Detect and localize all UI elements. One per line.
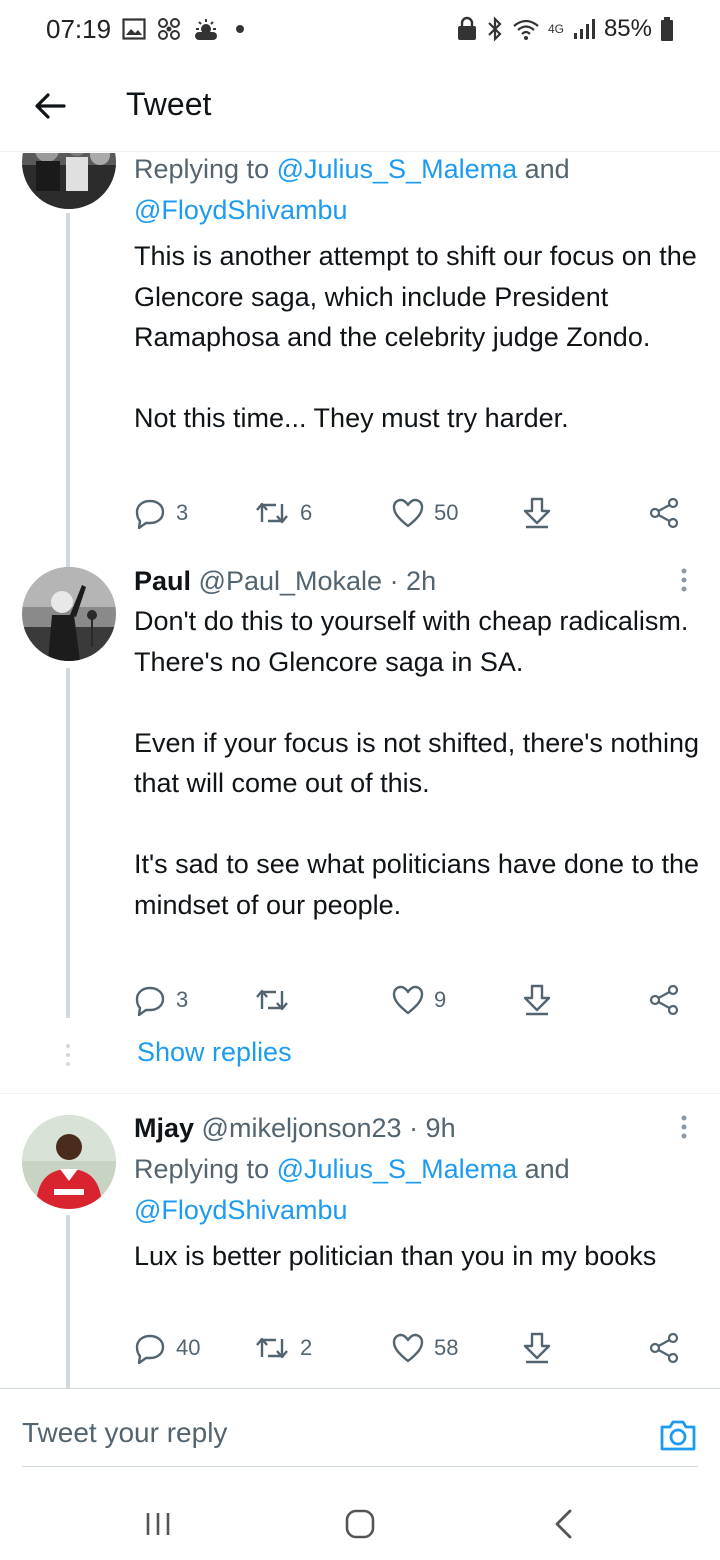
retweet-button[interactable]: 6	[254, 493, 312, 533]
tweet-text: Lux is better politician than you in my …	[134, 1241, 657, 1271]
bookmark-button[interactable]	[522, 980, 552, 1020]
reply-button[interactable]: 3	[134, 493, 188, 533]
page-title: Tweet	[126, 86, 212, 122]
share-icon	[649, 1332, 679, 1364]
tweet-text: Don't do this to yourself with cheap rad…	[134, 606, 700, 920]
top-app-bar: Tweet	[0, 62, 720, 152]
back-arrow-icon[interactable]	[30, 86, 70, 126]
retweet-icon	[256, 989, 288, 1011]
share-button[interactable]	[648, 1328, 680, 1368]
reply-button[interactable]: 3	[134, 980, 188, 1020]
home-icon[interactable]	[340, 1504, 380, 1544]
author-handle[interactable]: @Paul_Mokale	[199, 566, 383, 596]
reply-input-underline	[22, 1466, 698, 1467]
tweet-actions: 40 2 58	[134, 1328, 694, 1368]
share-button[interactable]	[648, 493, 680, 533]
avatar[interactable]	[22, 1115, 116, 1209]
retweet-count: 6	[300, 500, 313, 525]
tweet-time: · 2h	[382, 566, 437, 596]
author-name[interactable]: Paul	[134, 566, 191, 596]
battery-icon	[661, 17, 673, 41]
download-icon	[523, 497, 551, 529]
weather-icon	[195, 19, 217, 40]
author-handle[interactable]: @mikeljonson23	[202, 1113, 402, 1143]
heart-icon	[392, 1333, 424, 1363]
tweet-author[interactable]: Paul @Paul_Mokale · 2h	[134, 561, 436, 601]
like-button[interactable]: 9	[392, 980, 446, 1020]
reply-icon	[135, 986, 165, 1016]
bookmark-button[interactable]	[522, 1328, 552, 1368]
reply-icon	[135, 499, 165, 529]
camera-icon[interactable]	[658, 1415, 698, 1455]
tweet-time: · 9h	[401, 1113, 456, 1143]
like-count: 9	[434, 987, 447, 1012]
share-button[interactable]	[648, 980, 680, 1020]
system-nav-bar	[0, 1480, 720, 1560]
status-bar: 07:19 4G 85%	[0, 0, 720, 60]
status-time: 07:19	[46, 14, 112, 44]
lock-icon	[457, 16, 476, 40]
replying-to: Replying to @Julius_S_Malema and @FloydS…	[134, 1154, 570, 1225]
heart-icon	[392, 985, 424, 1015]
tweet-author[interactable]: Mjay @mikeljonson23 · 9h	[134, 1108, 456, 1148]
signal-icon	[573, 19, 595, 39]
like-count: 58	[434, 1335, 459, 1360]
like-button[interactable]: 58	[392, 1328, 458, 1368]
thread-line	[66, 213, 70, 598]
bookmark-button[interactable]	[522, 493, 552, 533]
show-replies-link[interactable]: Show replies	[137, 1037, 292, 1068]
retweet-icon	[256, 502, 288, 524]
bluetooth-icon	[488, 16, 502, 42]
retweet-icon	[256, 1337, 288, 1359]
divider	[0, 1093, 720, 1094]
wifi-icon	[513, 19, 539, 40]
tweet-thread[interactable]: Replying to @Julius_S_Malema and @FloydS…	[0, 153, 720, 1388]
status-notification-icons	[122, 14, 244, 44]
like-count: 50	[434, 500, 459, 525]
mention-link[interactable]: @Julius_S_Malema	[277, 1154, 518, 1184]
download-icon	[523, 1332, 551, 1364]
download-icon	[523, 984, 551, 1016]
recent-apps-icon[interactable]	[138, 1504, 178, 1544]
network-type: 4G	[547, 22, 564, 36]
reply-count: 3	[176, 500, 189, 525]
share-icon	[649, 984, 679, 1016]
tweet-text: This is another attempt to shift our foc…	[134, 241, 697, 433]
more-options-icon[interactable]	[674, 565, 694, 595]
reply-count: 3	[176, 987, 189, 1012]
reply-composer[interactable]: Tweet your reply	[0, 1388, 720, 1468]
retweet-button[interactable]	[254, 980, 300, 1020]
mention-link[interactable]: @FloydShivambu	[134, 195, 348, 225]
status-system-icons: 4G 85%	[456, 14, 674, 44]
more-options-icon[interactable]	[674, 1112, 694, 1142]
author-name[interactable]: Mjay	[134, 1113, 194, 1143]
battery-percent: 85%	[603, 15, 652, 42]
reply-input[interactable]: Tweet your reply	[22, 1417, 227, 1449]
mention-link[interactable]: @FloydShivambu	[134, 1195, 348, 1225]
thread-line	[66, 1215, 70, 1388]
avatar[interactable]	[22, 153, 116, 209]
thread-ellipsis-icon	[66, 1044, 70, 1066]
tweet-actions: 3 6 50	[134, 493, 694, 533]
reply-button[interactable]: 40	[134, 1328, 200, 1368]
notification-dot	[236, 25, 244, 33]
reply-count: 40	[176, 1335, 201, 1360]
thread-line	[66, 668, 70, 1018]
share-icon	[649, 497, 679, 529]
like-button[interactable]: 50	[392, 493, 458, 533]
tweet-actions: 3 9	[134, 980, 694, 1020]
gallery-icon	[122, 18, 146, 40]
back-nav-icon[interactable]	[544, 1504, 584, 1544]
avatar[interactable]	[22, 567, 116, 661]
mention-link[interactable]: @Julius_S_Malema	[277, 154, 518, 184]
replying-to: Replying to @Julius_S_Malema and @FloydS…	[134, 154, 570, 225]
reply-icon	[135, 1334, 165, 1364]
heart-icon	[392, 498, 424, 528]
retweet-button[interactable]: 2	[254, 1328, 312, 1368]
fan-icon	[158, 18, 180, 40]
retweet-count: 2	[300, 1335, 313, 1360]
